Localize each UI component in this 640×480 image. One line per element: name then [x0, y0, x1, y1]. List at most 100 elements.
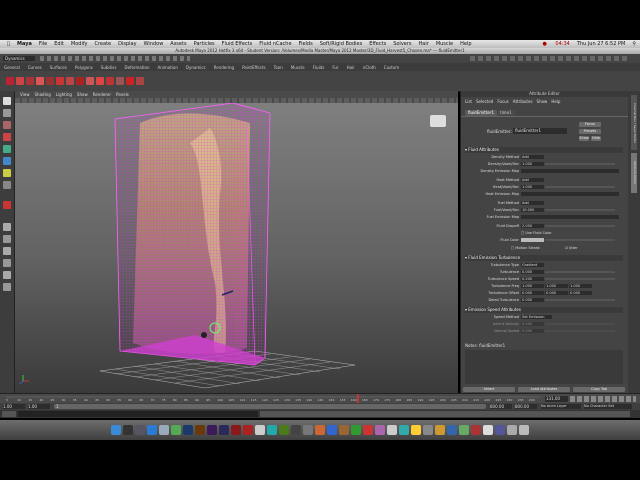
select-tool-icon[interactable]: [3, 97, 11, 105]
manipulator-icon[interactable]: [3, 169, 11, 177]
app-icon[interactable]: [483, 425, 493, 435]
layout-persp-graph-icon[interactable]: [3, 259, 11, 267]
notes-area[interactable]: [465, 350, 623, 384]
shelf-tool-icon[interactable]: [126, 77, 134, 85]
playback-controls[interactable]: [570, 396, 636, 402]
menu-file[interactable]: File: [39, 41, 47, 47]
app-icon[interactable]: [363, 425, 373, 435]
shelf-tool-icon[interactable]: [76, 77, 84, 85]
safari-icon[interactable]: [147, 425, 157, 435]
vp-menu-view[interactable]: View: [20, 92, 30, 97]
load-attributes-button[interactable]: Load Attributes: [518, 387, 570, 392]
shelf-tool-icon[interactable]: [66, 77, 74, 85]
app-icon[interactable]: [447, 425, 457, 435]
layout-custom-icon[interactable]: [3, 283, 11, 291]
viewport-persp[interactable]: View Shading Lighting Show Renderer Pane…: [15, 91, 458, 393]
ae-menu-list[interactable]: List: [465, 99, 472, 104]
premiere-icon[interactable]: [207, 425, 217, 435]
finder-icon[interactable]: [111, 425, 121, 435]
app-icon[interactable]: [495, 425, 505, 435]
maya-icon[interactable]: [267, 425, 277, 435]
inner-end-field[interactable]: 800.00: [490, 404, 512, 409]
shelf-tab-ncloth[interactable]: nCloth: [359, 65, 380, 70]
menu-modify[interactable]: Modify: [71, 41, 88, 47]
menu-muscle[interactable]: Muscle: [436, 41, 453, 47]
layout-four-icon[interactable]: [3, 235, 11, 243]
menu-set-dropdown[interactable]: Dynamics: [3, 56, 35, 61]
menu-particles[interactable]: Particles: [194, 41, 215, 47]
row-motion-streak[interactable]: □ Motion Streak ☑ Jitter: [465, 245, 623, 251]
app-icon[interactable]: [471, 425, 481, 435]
ichat-icon[interactable]: [171, 425, 181, 435]
start-time-field[interactable]: 1.00: [3, 404, 25, 409]
section-fluid-attributes[interactable]: ▾ Fluid Attributes: [465, 147, 623, 153]
fluid-color-swatch[interactable]: [521, 238, 544, 242]
illustrator-icon[interactable]: [195, 425, 205, 435]
density-slider[interactable]: [545, 163, 615, 165]
layout-single-icon[interactable]: [3, 223, 11, 231]
photoshop-icon[interactable]: [183, 425, 193, 435]
menu-soft-rigid[interactable]: Soft/Rigid Bodies: [320, 41, 362, 47]
menu-effects[interactable]: Effects: [369, 41, 386, 47]
app-icon[interactable]: [291, 425, 301, 435]
select-button[interactable]: Select: [463, 387, 515, 392]
status-icons-right[interactable]: [470, 56, 630, 61]
shelf-tool-icon[interactable]: [46, 77, 54, 85]
current-time-field[interactable]: 131.00: [545, 396, 568, 402]
dreamweaver-icon[interactable]: [279, 425, 289, 435]
ae-menu-show[interactable]: Show: [537, 99, 548, 104]
shelf-tool-icon[interactable]: [26, 77, 34, 85]
shelf-tab-polygons[interactable]: Polygons: [71, 65, 97, 70]
section-turbulence[interactable]: ▾ Fluid Emission Turbulence: [465, 255, 623, 261]
shelf-tool-icon[interactable]: [116, 77, 124, 85]
shelf-tab-toon[interactable]: Toon: [270, 65, 287, 70]
spotlight-icon[interactable]: ⚲: [632, 41, 636, 47]
menu-display[interactable]: Display: [118, 41, 136, 47]
character-set-dropdown[interactable]: No Character Set: [584, 404, 632, 409]
tab-channel-box[interactable]: Channel Box / Layer Editor: [631, 95, 637, 150]
presets-button[interactable]: Presets: [579, 129, 601, 134]
menu-app[interactable]: Maya: [17, 41, 32, 47]
ae-menu-focus[interactable]: Focus: [497, 99, 508, 104]
shelf-tool-icon[interactable]: [6, 77, 14, 85]
soft-mod-icon[interactable]: [3, 181, 11, 189]
menu-edit[interactable]: Edit: [54, 41, 64, 47]
app-icon[interactable]: [387, 425, 397, 435]
shelf-tab-fur[interactable]: Fur: [328, 65, 342, 70]
app-icon[interactable]: [303, 425, 313, 435]
layout-split-icon[interactable]: [3, 247, 11, 255]
shelf-tool-icon[interactable]: [106, 77, 114, 85]
app-icon[interactable]: [423, 425, 433, 435]
ae-menu-selected[interactable]: Selected: [476, 99, 493, 104]
shelf-tab-animation[interactable]: Animation: [154, 65, 182, 70]
move-tool-icon[interactable]: [3, 133, 11, 141]
command-input[interactable]: [18, 411, 258, 417]
last-tool-icon[interactable]: [3, 201, 11, 209]
menu-fluid-effects[interactable]: Fluid Effects: [222, 41, 253, 47]
vp-menu-show[interactable]: Show: [77, 92, 88, 97]
row-use-fluid-color[interactable]: □ Use Fluid Color: [465, 230, 623, 236]
hide-button[interactable]: Hide: [591, 136, 601, 141]
shelf-tab-surfaces[interactable]: Surfaces: [46, 65, 71, 70]
paint-select-icon[interactable]: [3, 121, 11, 129]
menu-window[interactable]: Window: [144, 41, 164, 47]
app-icon[interactable]: [435, 425, 445, 435]
section-emission-speed[interactable]: ▾ Emission Speed Attributes: [465, 307, 623, 313]
ae-menu-attributes[interactable]: Attributes: [513, 99, 533, 104]
shelf-tab-muscle[interactable]: Muscle: [287, 65, 309, 70]
lasso-tool-icon[interactable]: [3, 109, 11, 117]
scale-tool-icon[interactable]: [3, 157, 11, 165]
shelf-tool-icon[interactable]: [86, 77, 94, 85]
focus-button[interactable]: Focus: [579, 122, 601, 127]
range-slider[interactable]: 1: [54, 404, 486, 409]
mel-toggle[interactable]: [2, 411, 16, 417]
shelf-tool-icon[interactable]: [36, 77, 44, 85]
vp-menu-shading[interactable]: Shading: [35, 92, 51, 97]
apple-icon[interactable]: : [7, 41, 10, 47]
copy-tab-button[interactable]: Copy Tab: [573, 387, 625, 392]
shelf-tab-curves[interactable]: Curves: [24, 65, 46, 70]
vp-menu-renderer[interactable]: Renderer: [93, 92, 111, 97]
aftereffects-icon[interactable]: [219, 425, 229, 435]
layout-outliner-icon[interactable]: [3, 271, 11, 279]
app-icon[interactable]: [339, 425, 349, 435]
